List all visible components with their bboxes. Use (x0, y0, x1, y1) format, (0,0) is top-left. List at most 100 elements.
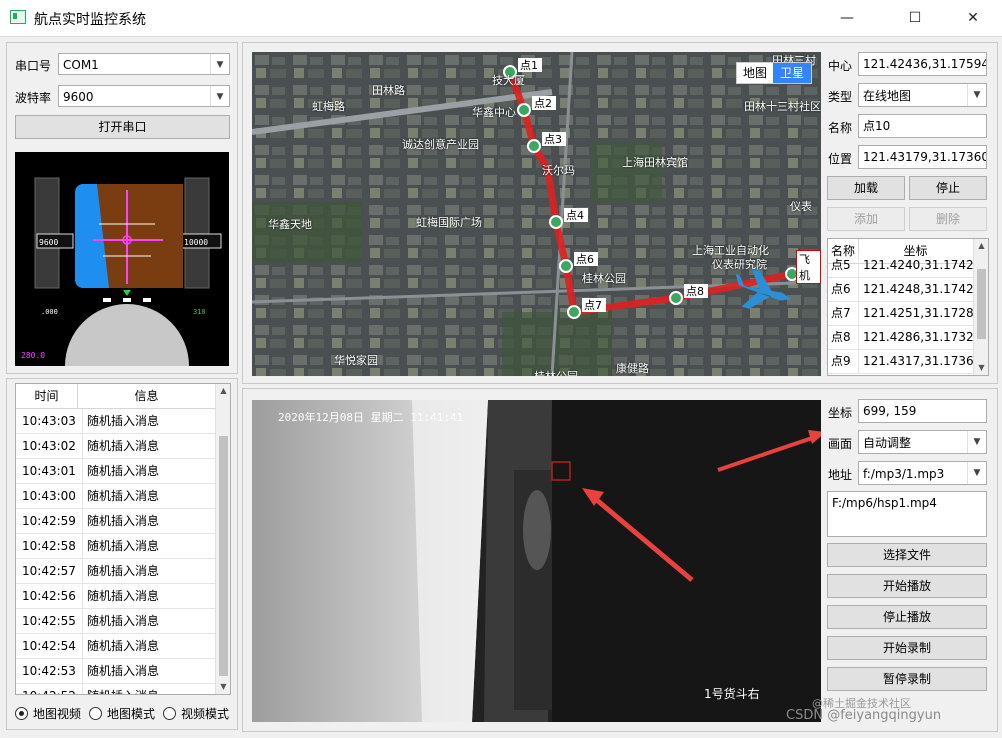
log-header-time[interactable]: 时间 (16, 384, 78, 408)
name-field[interactable]: 点10 (858, 114, 987, 138)
log-message: 随机插入消息 (82, 584, 217, 608)
select-file-button[interactable]: 选择文件 (827, 543, 987, 567)
table-row[interactable]: 点5 121.4240,31.1742 (828, 253, 974, 278)
waypoint-marker (559, 259, 573, 273)
load-button[interactable]: 加载 (827, 176, 905, 200)
waypoint-marker (549, 215, 563, 229)
pause-record-button[interactable]: 暂停录制 (827, 667, 987, 691)
map-poi-label: 上海田林宾馆 (622, 156, 688, 169)
baud-combo[interactable]: 9600 ▼ (58, 85, 230, 107)
map-poi-label: 仪表研究院 (712, 258, 767, 271)
port-value: COM1 (63, 58, 99, 72)
table-row[interactable]: 点7 121.4251,31.1728 (828, 301, 974, 326)
baud-label: 波特率 (15, 91, 52, 105)
scroll-down-icon[interactable]: ▼ (216, 680, 230, 694)
flight-hud: 9600 10000 280 .000 310 280.0 (15, 152, 229, 366)
map-poi-label: 华鑫中心 (472, 106, 516, 119)
radio-video-mode-label: 视频模式 (181, 707, 230, 721)
position-field[interactable]: 121.43179,31.17360 (858, 145, 987, 169)
video-view[interactable]: 2020年12月08日 星期二 11:41:41 1号货斗右 (252, 400, 821, 722)
point-coord: 121.4248,31.1742 (858, 277, 975, 301)
table-row[interactable]: 10:42:54 随机插入消息 (16, 634, 215, 659)
addr-label: 地址 (828, 468, 853, 482)
table-row[interactable]: 10:42:55 随机插入消息 (16, 609, 215, 634)
map-poi-label: 桂林公园 (582, 272, 626, 285)
table-row[interactable]: 10:43:02 随机插入消息 (16, 434, 215, 459)
title-bar: 航点实时监控系统 — ☐ ✕ (0, 0, 1002, 37)
log-time: 10:42:57 (22, 564, 76, 578)
view-combo[interactable]: 自动调整 ▼ (858, 430, 987, 454)
waypoint-marker (527, 139, 541, 153)
table-row[interactable]: 10:42:52 随机插入消息 (16, 684, 215, 694)
satellite-map[interactable]: 点1点2点3点4点6点7点8点9 技大厦华鑫中心诚达创意产业园沃尔玛上海田林宾馆… (252, 52, 821, 376)
chevron-down-icon: ▼ (967, 431, 986, 453)
open-port-button[interactable]: 打开串口 (15, 115, 230, 139)
point-coord: 121.4317,31.1736 (858, 349, 975, 373)
tab-map[interactable]: 地图 (737, 63, 773, 83)
port-label: 串口号 (15, 59, 52, 73)
camera-label: 1号货斗右 (704, 687, 760, 701)
point-name: 点6 (831, 282, 851, 296)
table-row[interactable]: 10:42:53 随机插入消息 (16, 659, 215, 684)
radio-map-mode[interactable]: 地图模式 (89, 705, 155, 722)
name-label: 名称 (828, 121, 853, 135)
scroll-up-icon[interactable]: ▲ (216, 384, 230, 398)
log-message: 随机插入消息 (82, 434, 217, 458)
log-time: 10:42:59 (22, 514, 76, 528)
minimize-button[interactable]: — (824, 0, 870, 36)
map-type-toggle: 地图 卫星 (736, 62, 812, 84)
start-play-button[interactable]: 开始播放 (827, 574, 987, 598)
serial-panel: 串口号 COM1 ▼ 波特率 9600 ▼ 打开串口 9600 10000 .0… (6, 42, 238, 374)
points-scrollbar[interactable]: ▲ ▼ (973, 239, 988, 375)
point-name: 点5 (831, 258, 851, 272)
tab-satellite[interactable]: 卫星 (773, 63, 811, 83)
scroll-thumb[interactable] (219, 436, 228, 676)
center-field[interactable]: 121.42436,31.17594 (858, 52, 987, 76)
addr-combo[interactable]: f:/mp3/1.mp3 ▼ (858, 461, 987, 485)
table-row[interactable]: 10:43:00 随机插入消息 (16, 484, 215, 509)
table-row[interactable]: 点8 121.4286,31.1732 (828, 325, 974, 350)
close-button[interactable]: ✕ (950, 0, 996, 36)
coord-field[interactable]: 699, 159 (858, 399, 987, 423)
addr-value: f:/mp3/1.mp3 (863, 467, 945, 481)
table-row[interactable]: 10:43:03 随机插入消息 (16, 409, 215, 434)
log-scrollbar[interactable]: ▲ ▼ (215, 384, 230, 694)
maximize-button[interactable]: ☐ (892, 0, 938, 36)
delete-button[interactable]: 删除 (909, 207, 987, 231)
table-row[interactable]: 10:42:56 随机插入消息 (16, 584, 215, 609)
vs-right-readout: 310 (193, 308, 206, 316)
log-message: 随机插入消息 (82, 609, 217, 633)
window-title: 航点实时监控系统 (34, 12, 146, 28)
scroll-up-icon[interactable]: ▲ (974, 239, 988, 253)
heading-value-readout: 280.0 (21, 351, 45, 360)
map-poi-label: 诚达创意产业园 (402, 138, 479, 151)
table-row[interactable]: 点6 121.4248,31.1742 (828, 277, 975, 302)
point-name: 点9 (831, 354, 851, 368)
scroll-thumb[interactable] (977, 269, 986, 339)
map-poi-label: 技大厦 (492, 74, 525, 87)
radio-checked-icon (15, 707, 28, 720)
map-poi-label: 虹梅国际广场 (416, 216, 482, 229)
view-label: 画面 (828, 437, 853, 451)
path-textarea[interactable]: F:/mp6/hsp1.mp4 (827, 491, 987, 537)
port-combo[interactable]: COM1 ▼ (58, 53, 230, 75)
stop-play-button[interactable]: 停止播放 (827, 605, 987, 629)
radio-map-video[interactable]: 地图视频 (15, 705, 81, 722)
table-row[interactable]: 10:42:59 随机插入消息 (16, 509, 215, 534)
map-type-combo[interactable]: 在线地图 ▼ (858, 83, 987, 107)
point-name: 点7 (831, 306, 851, 320)
log-header-info[interactable]: 信息 (77, 384, 217, 408)
waypoint-label: 点1 (520, 59, 538, 72)
stop-button[interactable]: 停止 (909, 176, 987, 200)
scroll-down-icon[interactable]: ▼ (974, 361, 988, 375)
start-record-button[interactable]: 开始录制 (827, 636, 987, 660)
log-time: 10:43:00 (22, 489, 76, 503)
table-row[interactable]: 10:42:58 随机插入消息 (16, 534, 215, 559)
add-button[interactable]: 添加 (827, 207, 905, 231)
table-row[interactable]: 10:42:57 随机插入消息 (16, 559, 215, 584)
table-row[interactable]: 10:43:01 随机插入消息 (16, 459, 215, 484)
radio-map-mode-label: 地图模式 (107, 707, 156, 721)
table-row[interactable]: 点9 121.4317,31.1736 (828, 349, 975, 374)
radio-video-mode[interactable]: 视频模式 (163, 705, 229, 722)
map-poi-label: 田林路 (372, 84, 405, 97)
